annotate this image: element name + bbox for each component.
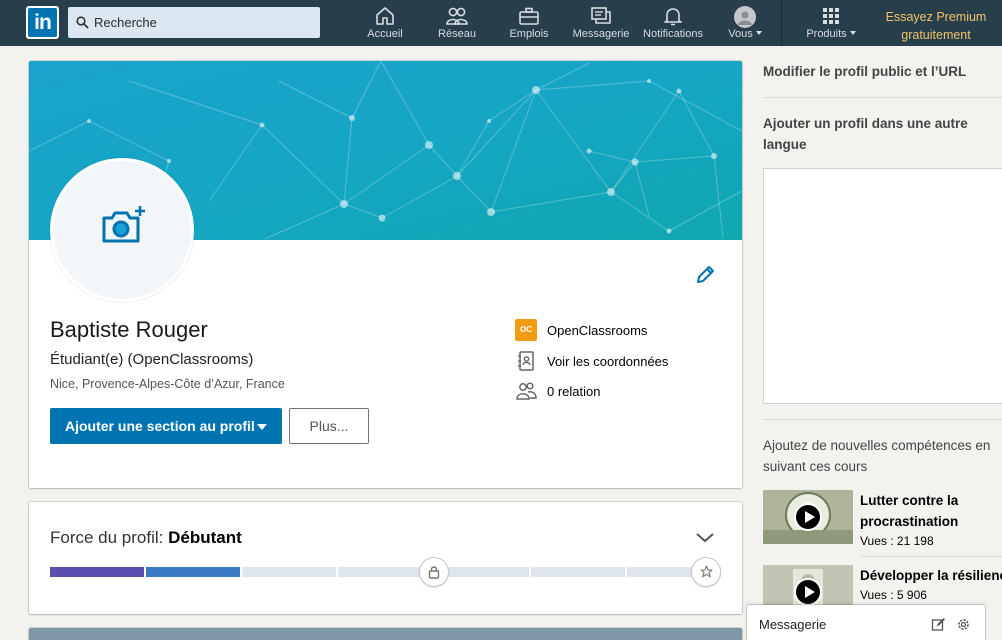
star-icon: [700, 565, 713, 578]
nav-home-label: Accueil: [367, 28, 403, 40]
play-icon: [794, 578, 822, 606]
rail-divider: [860, 556, 1002, 557]
search-input[interactable]: [94, 7, 314, 38]
premium-link[interactable]: Essayez Premium gratuitement: [878, 8, 994, 44]
chevron-down-icon[interactable]: [695, 532, 715, 544]
profile-card: Baptiste Rouger Étudiant(e) (OpenClassro…: [29, 61, 742, 488]
nav-home[interactable]: Accueil: [355, 0, 415, 46]
meter-star-node: [692, 558, 720, 586]
home-icon: [376, 7, 394, 25]
nav-me-label: Vous: [728, 28, 753, 40]
course-views: Vues : 5 906: [860, 588, 927, 602]
nav-me-label-wrap: Vous: [718, 28, 772, 40]
nav-notifications-label: Notifications: [643, 28, 703, 40]
premium-line-2: gratuitement: [901, 28, 971, 42]
grid-icon: [823, 8, 839, 24]
messaging-title: Messagerie: [759, 617, 827, 632]
jobs-icon: [519, 7, 539, 25]
course-title: Développer la résilience: [860, 568, 1002, 583]
course-views: Vues : 21 198: [860, 534, 934, 548]
profile-headline: Étudiant(e) (OpenClassrooms): [50, 351, 254, 368]
nav-messaging[interactable]: Messagerie: [569, 0, 633, 46]
play-icon: [794, 503, 822, 531]
search-icon: [76, 16, 89, 29]
network-icon: [446, 7, 468, 25]
compose-icon[interactable]: [931, 617, 946, 632]
meter-lock-node: [420, 558, 448, 586]
avatar-icon: [734, 6, 756, 28]
chevron-down-icon: [849, 31, 856, 35]
course-title: Lutter contre la procrastination: [860, 493, 959, 529]
connections-link[interactable]: 0 relation: [515, 380, 725, 411]
nav-products-label-wrap: Produits: [798, 28, 864, 40]
nav-notifications[interactable]: Notifications: [637, 0, 709, 46]
add-profile-photo[interactable]: [50, 158, 194, 302]
rail-divider: [763, 97, 1002, 98]
school-link[interactable]: OC OpenClassrooms: [515, 319, 725, 350]
skills-courses-text: Ajoutez de nouvelles compétences en suiv…: [763, 438, 991, 474]
rail-divider: [763, 419, 1002, 420]
strength-segment: [146, 567, 241, 577]
chevron-down-icon: [755, 31, 762, 35]
contact-info-link[interactable]: Voir les coordonnées: [515, 350, 725, 381]
nav-messaging-label: Messagerie: [572, 28, 630, 40]
strength-level: Débutant: [168, 528, 242, 547]
profile-location: Nice, Provence-Alpes-Côte d’Azur, France: [50, 377, 285, 391]
profile-side-info: OC OpenClassrooms Voir les coordonnées 0…: [515, 319, 725, 411]
nav-me[interactable]: Vous: [718, 0, 772, 46]
ad-placeholder: [763, 168, 1002, 404]
messaging-icon: [591, 7, 611, 24]
search-box[interactable]: [68, 7, 320, 38]
nav-divider: [781, 0, 782, 46]
add-section-button[interactable]: Ajouter une section au profil: [50, 408, 282, 444]
more-button[interactable]: Plus...: [289, 408, 369, 444]
people-icon: [516, 382, 537, 400]
caret-down-icon: [257, 424, 267, 430]
nav-products-label: Produits: [806, 28, 847, 40]
strength-segment: [338, 567, 433, 577]
openclassrooms-logo: OC: [515, 319, 537, 341]
contact-card-icon: [518, 350, 534, 371]
course-item[interactable]: Lutter contre la procrastination Vues : …: [763, 490, 1002, 548]
nav-products[interactable]: Produits: [798, 0, 864, 46]
school-name: OpenClassrooms: [547, 323, 648, 338]
next-section-card: [29, 628, 742, 640]
linkedin-logo-text: in: [28, 8, 57, 37]
add-language-profile-link[interactable]: Ajouter un profil dans une autre langue: [763, 113, 983, 155]
messaging-overlay[interactable]: Messagerie: [747, 605, 985, 640]
top-nav: in Accueil Réseau Emplois: [0, 0, 1002, 46]
strength-segment: [530, 567, 625, 577]
pencil-icon[interactable]: [695, 265, 715, 285]
add-section-button-label: Ajouter une section au profil: [65, 418, 255, 434]
strength-segment: [50, 567, 145, 577]
nav-network[interactable]: Réseau: [427, 0, 487, 46]
linkedin-logo[interactable]: in: [26, 6, 59, 39]
strength-segment: [434, 567, 529, 577]
strength-segment: [242, 567, 337, 577]
bell-icon: [664, 8, 682, 26]
lock-icon: [428, 566, 440, 579]
connections-count: 0 relation: [547, 384, 601, 399]
nav-network-label: Réseau: [438, 28, 476, 40]
edit-public-profile-link[interactable]: Modifier le profil public et l’URL: [763, 61, 966, 82]
strength-label: Force du profil:: [50, 528, 164, 547]
profile-strength-card: Force du profil: Débutant: [29, 502, 742, 614]
nav-jobs[interactable]: Emplois: [499, 0, 559, 46]
nav-jobs-label: Emplois: [509, 28, 549, 40]
premium-line-1: Essayez Premium: [885, 10, 987, 24]
contact-info-label: Voir les coordonnées: [547, 353, 669, 369]
profile-strength-title: Force du profil: Débutant: [50, 528, 242, 548]
course-thumbnail: [763, 490, 853, 544]
gear-icon[interactable]: [956, 617, 971, 632]
profile-name: Baptiste Rouger: [50, 317, 208, 342]
camera-plus-icon: [102, 206, 145, 243]
